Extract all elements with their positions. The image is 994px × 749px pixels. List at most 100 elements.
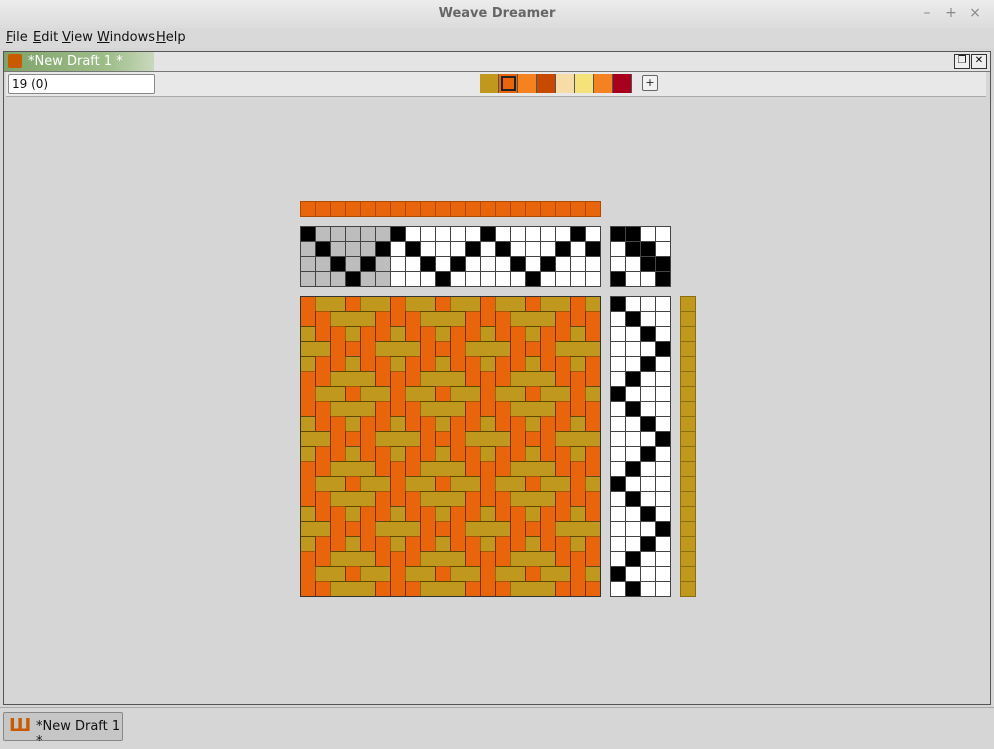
drawdown-cell[interactable] bbox=[345, 311, 361, 327]
tieup-cell[interactable] bbox=[610, 241, 626, 257]
threading-cell[interactable] bbox=[315, 226, 331, 242]
drawdown-cell[interactable] bbox=[465, 506, 481, 522]
drawdown-cell[interactable] bbox=[465, 566, 481, 582]
threading-cell[interactable] bbox=[435, 226, 451, 242]
drawdown-cell[interactable] bbox=[300, 416, 316, 432]
treadling-cell[interactable] bbox=[655, 461, 671, 477]
drawdown-cell[interactable] bbox=[300, 566, 316, 582]
treadling-cell[interactable] bbox=[610, 476, 626, 492]
drawdown-cell[interactable] bbox=[360, 491, 376, 507]
drawdown-cell[interactable] bbox=[375, 326, 391, 342]
threading-cell[interactable] bbox=[345, 256, 361, 272]
treadling-cell[interactable] bbox=[625, 476, 641, 492]
drawdown-cell[interactable] bbox=[540, 581, 556, 597]
treadling-cell[interactable] bbox=[640, 521, 656, 537]
drawdown-cell[interactable] bbox=[450, 311, 466, 327]
treadling-cell[interactable] bbox=[625, 311, 641, 327]
drawdown-cell[interactable] bbox=[495, 356, 511, 372]
drawdown-cell[interactable] bbox=[315, 341, 331, 357]
drawdown-cell[interactable] bbox=[420, 566, 436, 582]
treadling-cell[interactable] bbox=[640, 416, 656, 432]
drawdown-cell[interactable] bbox=[570, 551, 586, 567]
drawdown-cell[interactable] bbox=[585, 566, 601, 582]
tieup-cell[interactable] bbox=[610, 256, 626, 272]
drawdown-cell[interactable] bbox=[465, 341, 481, 357]
threading-cell[interactable] bbox=[375, 241, 391, 257]
drawdown-cell[interactable] bbox=[375, 566, 391, 582]
drawdown-cell[interactable] bbox=[555, 356, 571, 372]
maximize-icon[interactable]: + bbox=[942, 4, 960, 22]
drawdown-cell[interactable] bbox=[330, 581, 346, 597]
drawdown-cell[interactable] bbox=[585, 551, 601, 567]
drawdown-cell[interactable] bbox=[435, 311, 451, 327]
drawdown-cell[interactable] bbox=[300, 431, 316, 447]
threading-cell[interactable] bbox=[360, 256, 376, 272]
drawdown-cell[interactable] bbox=[300, 371, 316, 387]
drawdown-cell[interactable] bbox=[405, 521, 421, 537]
drawdown-cell[interactable] bbox=[540, 446, 556, 462]
drawdown-cell[interactable] bbox=[405, 326, 421, 342]
drawdown-cell[interactable] bbox=[375, 446, 391, 462]
add-color-button[interactable]: + bbox=[642, 75, 658, 91]
threading-cell[interactable] bbox=[525, 226, 541, 242]
threading-cell[interactable] bbox=[570, 271, 586, 287]
drawdown-cell[interactable] bbox=[420, 416, 436, 432]
drawdown-cell[interactable] bbox=[555, 311, 571, 327]
treadling-cell[interactable] bbox=[625, 461, 641, 477]
drawdown-cell[interactable] bbox=[330, 506, 346, 522]
warp-color-cell[interactable] bbox=[585, 201, 601, 217]
drawdown-cell[interactable] bbox=[420, 506, 436, 522]
drawdown-cell[interactable] bbox=[480, 521, 496, 537]
treadling-cell[interactable] bbox=[655, 326, 671, 342]
drawdown-cell[interactable] bbox=[405, 536, 421, 552]
drawdown-cell[interactable] bbox=[480, 311, 496, 327]
drawdown-cell[interactable] bbox=[360, 461, 376, 477]
drawdown-cell[interactable] bbox=[540, 521, 556, 537]
warp-color-cell[interactable] bbox=[375, 201, 391, 217]
treadling-cell[interactable] bbox=[640, 341, 656, 357]
drawdown-cell[interactable] bbox=[480, 416, 496, 432]
drawdown-cell[interactable] bbox=[450, 326, 466, 342]
drawdown-cell[interactable] bbox=[570, 416, 586, 432]
drawdown-cell[interactable] bbox=[570, 566, 586, 582]
drawdown-cell[interactable] bbox=[345, 506, 361, 522]
drawdown-cell[interactable] bbox=[390, 311, 406, 327]
drawdown-cell[interactable] bbox=[510, 416, 526, 432]
drawdown-cell[interactable] bbox=[360, 296, 376, 312]
drawdown-cell[interactable] bbox=[510, 401, 526, 417]
threading-cell[interactable] bbox=[480, 241, 496, 257]
threading-cell[interactable] bbox=[540, 226, 556, 242]
drawdown-cell[interactable] bbox=[360, 566, 376, 582]
drawdown-cell[interactable] bbox=[345, 491, 361, 507]
threading-cell[interactable] bbox=[555, 241, 571, 257]
drawdown-cell[interactable] bbox=[525, 326, 541, 342]
drawdown-cell[interactable] bbox=[555, 476, 571, 492]
drawdown-cell[interactable] bbox=[510, 311, 526, 327]
threading-cell[interactable] bbox=[435, 271, 451, 287]
drawdown-cell[interactable] bbox=[375, 311, 391, 327]
threading-cell[interactable] bbox=[465, 241, 481, 257]
drawdown-cell[interactable] bbox=[525, 551, 541, 567]
drawdown-cell[interactable] bbox=[435, 521, 451, 537]
drawdown-cell[interactable] bbox=[480, 371, 496, 387]
threading-cell[interactable] bbox=[495, 241, 511, 257]
drawdown-cell[interactable] bbox=[510, 476, 526, 492]
drawdown-cell[interactable] bbox=[495, 446, 511, 462]
drawdown-cell[interactable] bbox=[585, 461, 601, 477]
weft-color-cell[interactable] bbox=[680, 431, 696, 447]
drawdown-cell[interactable] bbox=[420, 551, 436, 567]
drawdown-cell[interactable] bbox=[465, 461, 481, 477]
drawdown-cell[interactable] bbox=[465, 326, 481, 342]
treadling-cell[interactable] bbox=[610, 311, 626, 327]
drawdown-cell[interactable] bbox=[510, 341, 526, 357]
threading-cell[interactable] bbox=[585, 256, 601, 272]
drawdown-cell[interactable] bbox=[465, 416, 481, 432]
drawdown-cell[interactable] bbox=[570, 581, 586, 597]
drawdown-cell[interactable] bbox=[420, 461, 436, 477]
drawdown-cell[interactable] bbox=[570, 461, 586, 477]
treadling-cell[interactable] bbox=[625, 491, 641, 507]
warp-color-cell[interactable] bbox=[555, 201, 571, 217]
treadling-cell[interactable] bbox=[655, 416, 671, 432]
drawdown-cell[interactable] bbox=[375, 476, 391, 492]
drawdown-cell[interactable] bbox=[420, 491, 436, 507]
